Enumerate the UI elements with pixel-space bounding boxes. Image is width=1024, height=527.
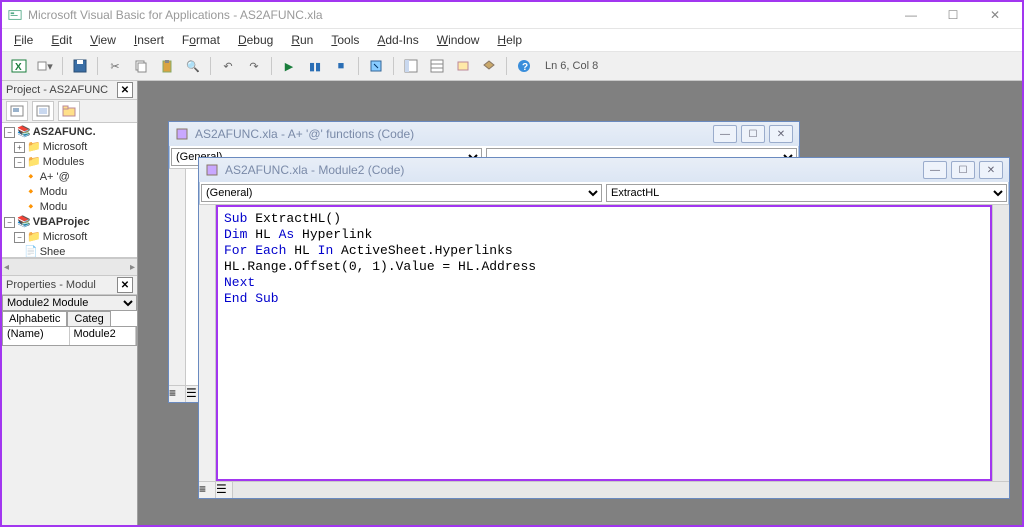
run-icon[interactable]: ▶ xyxy=(278,55,300,77)
menu-help[interactable]: Help xyxy=(489,31,530,49)
help-icon[interactable]: ? xyxy=(513,55,535,77)
view-object-icon[interactable] xyxy=(32,101,54,121)
code-window-1-titlebar[interactable]: AS2AFUNC.xla - A+ '@' functions (Code) ―… xyxy=(169,122,799,146)
menu-addins[interactable]: Add-Ins xyxy=(369,31,426,49)
prop-name-value[interactable]: Module2 xyxy=(70,327,137,345)
code-window-2[interactable]: AS2AFUNC.xla - Module2 (Code) ― ☐ ✕ (Gen… xyxy=(198,157,1010,499)
project-tree[interactable]: −📚 AS2AFUNC. +📁 Microsoft −📁 Modules 🔸 A… xyxy=(2,123,137,258)
full-module-view-icon[interactable]: ☰ xyxy=(216,482,233,498)
copy-icon[interactable] xyxy=(130,55,152,77)
project-panel-title: Project - AS2AFUNC ✕ xyxy=(2,81,137,100)
code-window-1-minimize[interactable]: ― xyxy=(713,125,737,143)
toolbar: X ▾ ✂ 🔍 ↶ ↷ ▶ ▮▮ ■ ? Ln 6, Col 8 xyxy=(2,52,1022,81)
properties-window-icon[interactable] xyxy=(426,55,448,77)
reset-icon[interactable]: ■ xyxy=(330,55,352,77)
project-explorer-icon[interactable] xyxy=(400,55,422,77)
code-window-2-titlebar[interactable]: AS2AFUNC.xla - Module2 (Code) ― ☐ ✕ xyxy=(199,158,1009,182)
svg-text:?: ? xyxy=(522,62,528,73)
cursor-position: Ln 6, Col 8 xyxy=(545,60,598,72)
project-toolbar xyxy=(2,100,137,123)
toolbox-icon[interactable] xyxy=(478,55,500,77)
code-window-2-object-select[interactable]: (General) xyxy=(201,184,602,202)
menu-run[interactable]: Run xyxy=(283,31,321,49)
properties-tab-categorized[interactable]: Categ xyxy=(67,311,110,326)
close-button[interactable]: ✕ xyxy=(974,4,1016,26)
code-window-2-gutter xyxy=(199,205,216,481)
app-title: Microsoft Visual Basic for Applications … xyxy=(28,8,323,22)
procedure-view-icon[interactable]: ≡ xyxy=(199,482,216,498)
vba-editor-window: Microsoft Visual Basic for Applications … xyxy=(0,0,1024,527)
redo-icon[interactable]: ↷ xyxy=(243,55,265,77)
save-icon[interactable] xyxy=(69,55,91,77)
properties-panel-close-icon[interactable]: ✕ xyxy=(117,277,133,293)
vba-app-icon xyxy=(8,8,22,22)
maximize-button[interactable]: ☐ xyxy=(932,4,974,26)
menu-window[interactable]: Window xyxy=(429,31,488,49)
procedure-view-icon[interactable]: ≡ xyxy=(169,386,186,402)
find-icon[interactable]: 🔍 xyxy=(182,55,204,77)
code-window-2-proc-select[interactable]: ExtractHL xyxy=(606,184,1007,202)
properties-panel: Module2 Module Alphabetic Categ (Name) M… xyxy=(2,295,137,346)
minimize-button[interactable]: ― xyxy=(890,4,932,26)
module-icon xyxy=(205,163,219,177)
toggle-folders-icon[interactable] xyxy=(58,101,80,121)
code-window-2-close[interactable]: ✕ xyxy=(979,161,1003,179)
menubar: File Edit View Insert Format Debug Run T… xyxy=(2,29,1022,52)
view-code-icon[interactable] xyxy=(6,101,28,121)
svg-text:X: X xyxy=(15,62,22,73)
break-icon[interactable]: ▮▮ xyxy=(304,55,326,77)
code-window-2-minimize[interactable]: ― xyxy=(923,161,947,179)
menu-format[interactable]: Format xyxy=(174,31,228,49)
menu-edit[interactable]: Edit xyxy=(43,31,80,49)
design-mode-icon[interactable] xyxy=(365,55,387,77)
prop-name-label: (Name) xyxy=(3,327,70,345)
code-window-2-vscroll[interactable] xyxy=(992,205,1009,481)
code-window-2-editor[interactable]: Sub ExtractHL() Dim HL As Hyperlink For … xyxy=(216,205,992,481)
code-window-1-maximize[interactable]: ☐ xyxy=(741,125,765,143)
mdi-area: AS2AFUNC.xla - A+ '@' functions (Code) ―… xyxy=(138,81,1022,525)
code-window-2-maximize[interactable]: ☐ xyxy=(951,161,975,179)
main-area: Project - AS2AFUNC ✕ −📚 AS2AFUNC. +📁 Mic… xyxy=(2,81,1022,525)
insert-dropdown-icon[interactable]: ▾ xyxy=(34,55,56,77)
menu-file[interactable]: File xyxy=(6,31,41,49)
menu-debug[interactable]: Debug xyxy=(230,31,281,49)
code-window-1-close[interactable]: ✕ xyxy=(769,125,793,143)
paste-icon[interactable] xyxy=(156,55,178,77)
properties-tab-alphabetic[interactable]: Alphabetic xyxy=(2,311,67,326)
tree-hscroll[interactable]: ◂▸ xyxy=(2,258,137,276)
module-icon xyxy=(175,127,189,141)
properties-object-select[interactable]: Module2 Module xyxy=(2,295,137,311)
cut-icon[interactable]: ✂ xyxy=(104,55,126,77)
window-controls: ― ☐ ✕ xyxy=(890,4,1016,26)
code-window-2-hscroll[interactable] xyxy=(233,482,1009,498)
sidebar: Project - AS2AFUNC ✕ −📚 AS2AFUNC. +📁 Mic… xyxy=(2,81,138,525)
properties-panel-title: Properties - Modul ✕ xyxy=(2,276,137,295)
menu-view[interactable]: View xyxy=(82,31,124,49)
project-panel-close-icon[interactable]: ✕ xyxy=(117,82,133,98)
object-browser-icon[interactable] xyxy=(452,55,474,77)
menu-insert[interactable]: Insert xyxy=(126,31,172,49)
menu-tools[interactable]: Tools xyxy=(323,31,367,49)
view-excel-icon[interactable]: X xyxy=(8,55,30,77)
undo-icon[interactable]: ↶ xyxy=(217,55,239,77)
titlebar: Microsoft Visual Basic for Applications … xyxy=(2,2,1022,29)
code-window-1-gutter xyxy=(169,169,186,385)
